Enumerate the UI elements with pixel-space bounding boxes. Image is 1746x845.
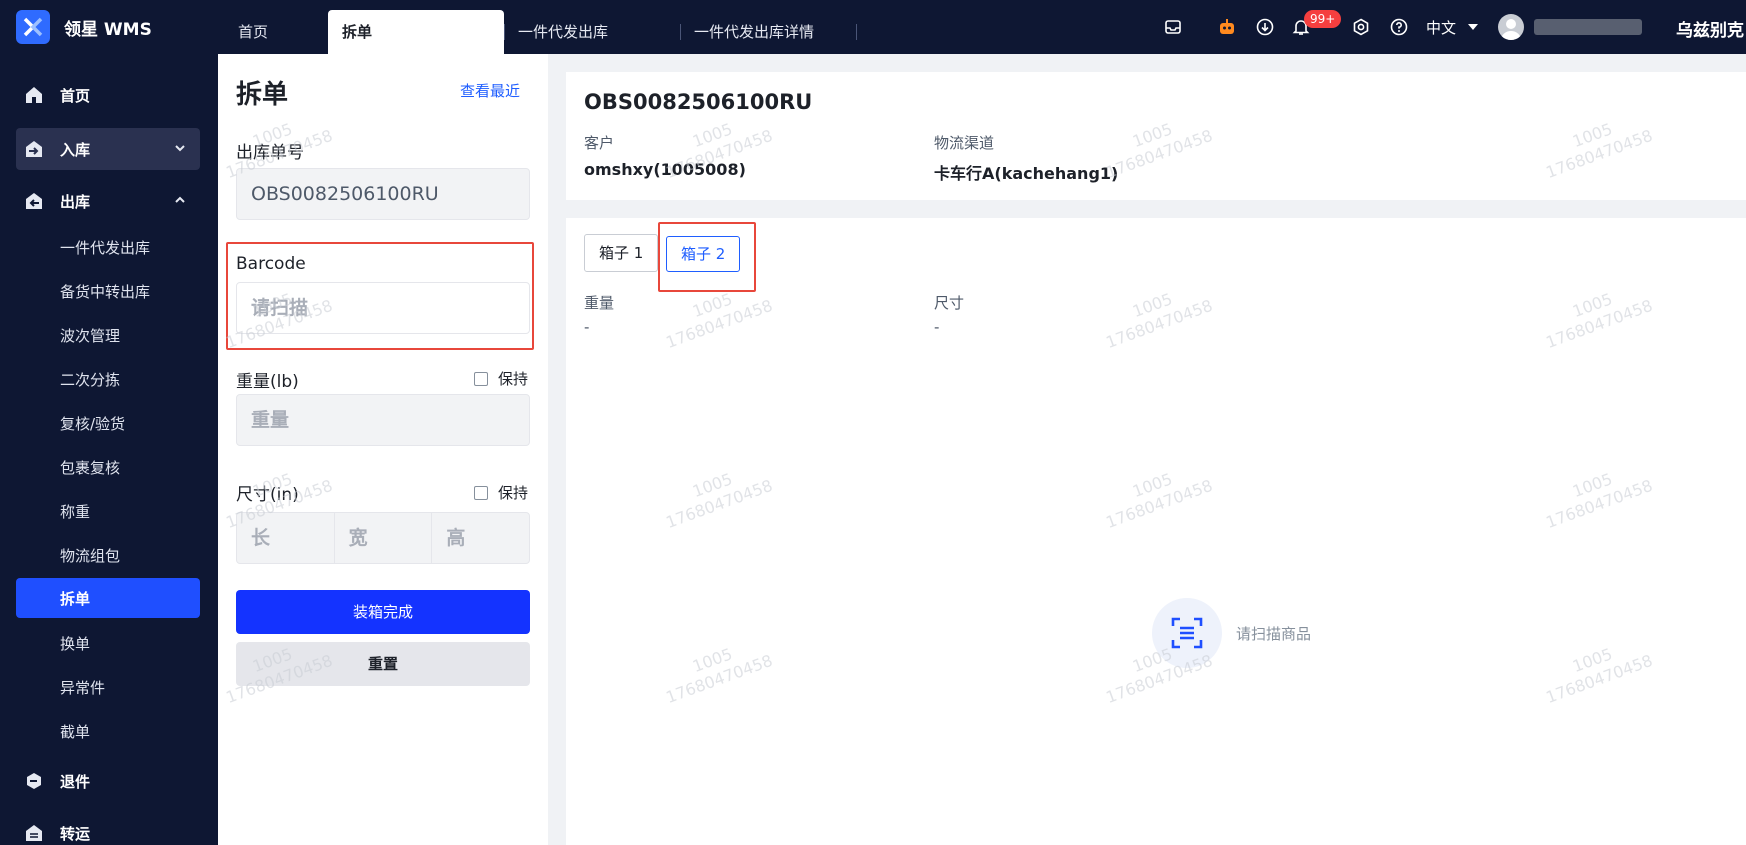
avatar[interactable] (1498, 14, 1524, 40)
width-input[interactable]: 宽 (335, 513, 433, 563)
box-weight-value: - (584, 318, 590, 336)
sidebar-item-label: 退件 (60, 772, 91, 791)
barcode-label: Barcode (236, 254, 306, 274)
keep-label: 保持 (498, 484, 529, 502)
sidebar-item-transfer[interactable]: 转运 (16, 812, 200, 845)
chevron-up-icon (175, 196, 185, 203)
customer-label: 客户 (584, 134, 615, 152)
app-logo-icon[interactable] (16, 10, 50, 44)
box-size-value: - (934, 318, 940, 336)
sidebar-item-wave-management[interactable]: 波次管理 (16, 314, 200, 356)
home-icon (24, 85, 44, 105)
box-weight-label: 重量 (584, 294, 615, 312)
sidebar-item-package-review[interactable]: 包裹复核 (16, 446, 200, 488)
notification-badge: 99+ (1304, 10, 1342, 28)
sidebar-item-outbound[interactable]: 出库 (16, 180, 200, 222)
tab-home[interactable]: 首页 (224, 10, 282, 54)
sidebar-item-secondary-sorting[interactable]: 二次分拣 (16, 358, 200, 400)
settings-icon[interactable] (1350, 16, 1372, 38)
page-title: 拆单 (236, 80, 289, 110)
sidebar-item-label: 入库 (60, 140, 91, 159)
weight-placeholder: 重量 (251, 409, 290, 431)
tab-box-2[interactable]: 箱子 2 (666, 236, 741, 272)
barcode-input[interactable]: 请扫描 (236, 282, 530, 334)
split-order-form: 拆单 查看最近 出库单号 OBS0082506100RU Barcode 请扫描… (218, 54, 548, 845)
packing-complete-button[interactable]: 装箱完成 (236, 590, 530, 634)
sidebar-item-returns[interactable]: 退件 (16, 760, 200, 802)
inbound-icon (24, 139, 44, 159)
length-input[interactable]: 长 (237, 513, 335, 563)
tab-box-1[interactable]: 箱子 1 (584, 234, 659, 272)
sidebar-item-stock-transfer-outbound[interactable]: 备货中转出库 (16, 270, 200, 312)
order-number-input[interactable]: OBS0082506100RU (236, 168, 530, 220)
help-icon[interactable] (1388, 16, 1410, 38)
size-label: 尺寸(in) (236, 485, 299, 505)
outbound-icon (24, 191, 44, 211)
sidebar-item-label: 转运 (60, 824, 91, 843)
sidebar-item-exceptions[interactable]: 异常件 (16, 666, 200, 708)
scan-icon (1152, 598, 1222, 668)
box-details-card: 箱子 1 箱子 2 重量 - 尺寸 - 请扫描商品 (566, 218, 1746, 845)
reset-button[interactable]: 重置 (236, 642, 530, 686)
sidebar-item-change-order[interactable]: 换单 (16, 622, 200, 664)
logistics-channel-label: 物流渠道 (934, 134, 995, 152)
dimensions-input-group: 长 宽 高 (236, 512, 530, 564)
box-size-label: 尺寸 (934, 294, 965, 312)
robot-icon[interactable] (1216, 16, 1238, 38)
keep-label: 保持 (498, 370, 529, 388)
download-icon[interactable] (1254, 16, 1276, 38)
transfer-icon (24, 823, 44, 843)
sidebar-item-logistics-packing[interactable]: 物流组包 (16, 534, 200, 576)
checkbox-box[interactable] (474, 371, 488, 386)
order-info-card: OBS0082506100RU 客户 omshxy(1005008) 物流渠道 … (566, 72, 1746, 200)
keep-weight-checkbox[interactable]: 保持 (474, 368, 528, 389)
checkbox-box[interactable] (474, 485, 488, 500)
sidebar-item-review-inspection[interactable]: 复核/验货 (16, 402, 200, 444)
organization-name[interactable]: 乌兹别克 (1676, 16, 1746, 41)
language-select[interactable]: 中文 (1426, 17, 1456, 38)
sidebar: 首页 入库 出库 一件代发出库 备货中转出库 波次管理 二次分拣 复核/验货 包… (0, 54, 218, 845)
view-recent-link[interactable]: 查看最近 (460, 80, 520, 101)
tab-divider (856, 24, 857, 40)
keep-size-checkbox[interactable]: 保持 (474, 482, 528, 503)
height-input[interactable]: 高 (432, 513, 529, 563)
sidebar-item-dropship-outbound[interactable]: 一件代发出库 (16, 226, 200, 268)
sidebar-item-home[interactable]: 首页 (16, 74, 200, 116)
top-bar: 领星 WMS 首页 拆单 一件代发出库 一件代发出库详情 99+ 中文 乌兹别克 (0, 0, 1746, 54)
weight-label: 重量(lb) (236, 372, 299, 392)
chevron-down-icon (175, 145, 185, 152)
user-name-redacted[interactable] (1534, 19, 1642, 35)
logistics-channel-value: 卡车行A(kachehang1) (934, 164, 1119, 183)
tab-dropship-outbound-detail[interactable]: 一件代发出库详情 (680, 10, 828, 54)
sidebar-item-label: 首页 (60, 86, 91, 105)
app-title: 领星 WMS (64, 20, 152, 40)
inbox-icon[interactable] (1162, 16, 1184, 38)
returns-icon (24, 771, 44, 791)
tab-dropship-outbound[interactable]: 一件代发出库 (504, 10, 622, 54)
tab-split-order[interactable]: 拆单 (328, 10, 504, 54)
chevron-down-icon[interactable] (1468, 24, 1478, 30)
sidebar-item-label: 出库 (60, 192, 91, 211)
barcode-placeholder: 请扫描 (251, 297, 309, 319)
sidebar-item-intercept-order[interactable]: 截单 (16, 710, 200, 752)
customer-value: omshxy(1005008) (584, 160, 746, 179)
empty-state-text: 请扫描商品 (1236, 625, 1312, 643)
sidebar-item-inbound[interactable]: 入库 (16, 128, 200, 170)
order-number: OBS0082506100RU (584, 90, 813, 114)
order-number-label: 出库单号 (236, 143, 304, 163)
weight-input[interactable]: 重量 (236, 394, 530, 446)
sidebar-item-weighing[interactable]: 称重 (16, 490, 200, 532)
sidebar-item-split-order[interactable]: 拆单 (16, 578, 200, 618)
